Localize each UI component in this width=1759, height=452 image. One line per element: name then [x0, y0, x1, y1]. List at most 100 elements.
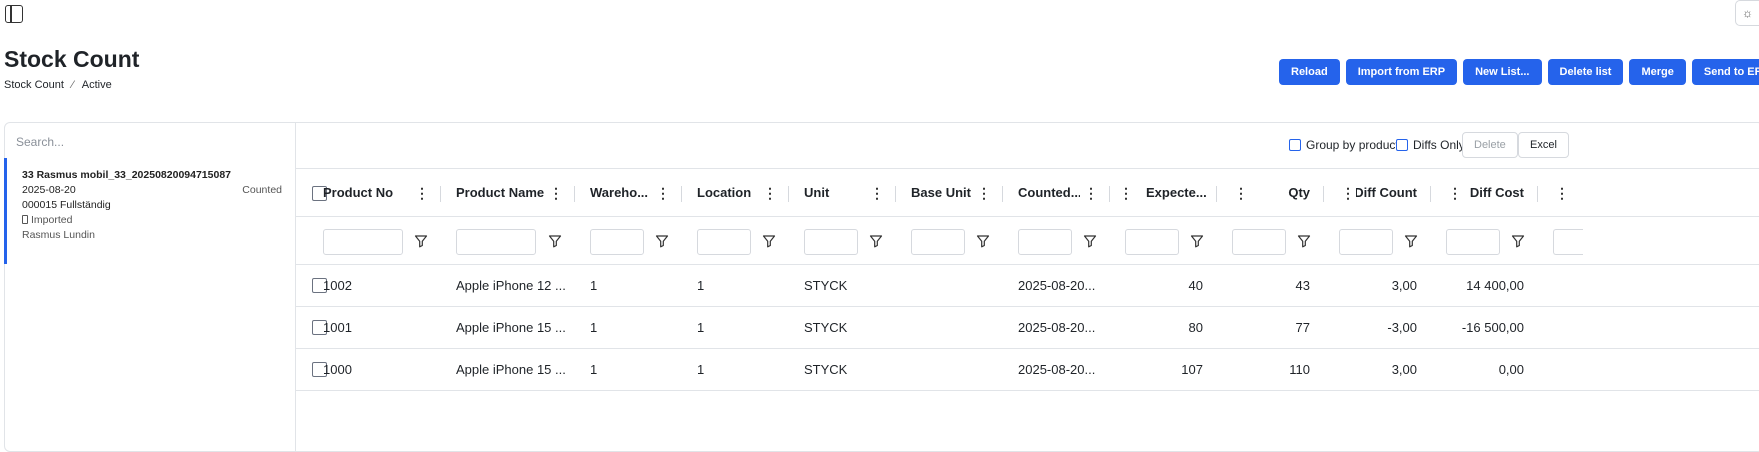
diffs-only-label: Diffs Only	[1413, 138, 1465, 152]
filter-input-diff-count[interactable]	[1339, 229, 1393, 255]
filter-input-next[interactable]	[1553, 229, 1583, 255]
column-menu-icon[interactable]: ⋮	[1234, 186, 1248, 202]
cell-warehouse: 1	[590, 278, 598, 293]
cell-unit: STYCK	[804, 320, 848, 335]
new-list-button[interactable]: New List...	[1463, 59, 1542, 85]
column-resize-handle[interactable]	[681, 186, 682, 202]
filter-icon[interactable]	[1297, 234, 1311, 248]
cell-diff-count: -3,00	[1387, 320, 1417, 335]
cell-expected: 80	[1188, 320, 1203, 335]
page-title: Stock Count	[4, 46, 140, 72]
cell-warehouse: 1	[590, 320, 598, 335]
filter-input-warehouse[interactable]	[590, 229, 644, 255]
filter-icon[interactable]	[869, 234, 883, 248]
import-from-erp-button[interactable]: Import from ERP	[1345, 59, 1458, 85]
column-menu-icon[interactable]: ⋮	[763, 186, 777, 202]
grid-header-row: Product No ⋮ Product Name ⋮ Wareho... ⋮ …	[296, 168, 1759, 217]
filter-input-base-unit[interactable]	[911, 229, 965, 255]
column-resize-handle[interactable]	[1537, 186, 1538, 202]
filter-icon[interactable]	[414, 234, 428, 248]
column-menu-icon[interactable]: ⋮	[549, 186, 563, 202]
table-row[interactable]: 1001 Apple iPhone 15 ... 1 1 STYCK 2025-…	[296, 307, 1759, 349]
filter-input-product-name[interactable]	[456, 229, 536, 255]
column-resize-handle[interactable]	[1216, 186, 1217, 202]
column-header-product-name[interactable]: Product Name	[456, 169, 556, 216]
delete-list-button[interactable]: Delete list	[1547, 59, 1624, 85]
delete-rows-button[interactable]: Delete	[1462, 132, 1518, 158]
column-resize-handle[interactable]	[1109, 186, 1110, 202]
cell-diff-cost: 14 400,00	[1466, 278, 1524, 293]
filter-icon[interactable]	[762, 234, 776, 248]
column-header-diff-cost[interactable]: Diff Cost	[1463, 169, 1524, 216]
column-menu-icon[interactable]: ⋮	[415, 186, 429, 202]
column-header-qty[interactable]: Qty	[1256, 169, 1310, 216]
sidebar-toggle-icon[interactable]	[5, 5, 23, 23]
cell-diff-count: 3,00	[1391, 278, 1417, 293]
reload-button[interactable]: Reload	[1279, 59, 1340, 85]
import-state-label: Imported	[31, 214, 73, 226]
column-resize-handle[interactable]	[895, 186, 896, 202]
column-header-expected[interactable]: Expecte...	[1146, 169, 1208, 216]
list-item[interactable]: 33 Rasmus mobil_33_20250820094715087 202…	[4, 158, 295, 264]
table-row[interactable]: 1002 Apple iPhone 12 ... 1 1 STYCK 2025-…	[296, 265, 1759, 307]
column-menu-icon[interactable]: ⋮	[1448, 186, 1462, 202]
cell-diff-cost: 0,00	[1498, 362, 1524, 377]
theme-toggle-icon[interactable]: ☼	[1735, 0, 1759, 26]
diffs-only-toggle[interactable]: Diffs Only	[1396, 138, 1465, 152]
send-to-erp-button[interactable]: Send to ERP	[1691, 59, 1759, 85]
column-menu-icon[interactable]: ⋮	[1341, 186, 1355, 202]
filter-icon[interactable]	[1083, 234, 1097, 248]
filter-input-expected[interactable]	[1125, 229, 1179, 255]
filter-input-diff-cost[interactable]	[1446, 229, 1500, 255]
breadcrumb-separator-icon: ⁄	[71, 79, 74, 91]
merge-button[interactable]: Merge	[1629, 59, 1686, 85]
search-input[interactable]	[16, 130, 286, 154]
cell-counted: 2025-08-20...	[1018, 278, 1096, 293]
column-resize-handle[interactable]	[574, 186, 575, 202]
cell-unit: STYCK	[804, 278, 848, 293]
diffs-only-checkbox[interactable]	[1396, 139, 1408, 151]
filter-input-location[interactable]	[697, 229, 751, 255]
action-bar: Reload Import from ERP New List... Delet…	[1279, 59, 1759, 85]
column-header-diff-count[interactable]: Diff Count	[1356, 169, 1417, 216]
list-item-user: Rasmus Lundin	[22, 229, 95, 241]
list-item-number: 000015 Fullständig	[22, 199, 111, 211]
breadcrumb: Stock Count ⁄ Active	[4, 79, 112, 91]
cell-location: 1	[697, 362, 705, 377]
column-resize-handle[interactable]	[1430, 186, 1431, 202]
breadcrumb-item-stock-count[interactable]: Stock Count	[4, 79, 64, 91]
group-by-product-checkbox[interactable]	[1289, 139, 1301, 151]
column-resize-handle[interactable]	[1002, 186, 1003, 202]
table-row[interactable]: 1000 Apple iPhone 15 ... 1 1 STYCK 2025-…	[296, 349, 1759, 391]
column-resize-handle[interactable]	[1323, 186, 1324, 202]
cell-base-unit	[911, 349, 991, 390]
filter-input-product-no[interactable]	[323, 229, 403, 255]
cell-base-unit	[911, 307, 991, 348]
filter-input-qty[interactable]	[1232, 229, 1286, 255]
column-menu-icon[interactable]: ⋮	[1084, 186, 1098, 202]
column-header-warehouse[interactable]: Wareho...	[590, 169, 650, 216]
filter-icon[interactable]	[655, 234, 669, 248]
filter-icon[interactable]	[976, 234, 990, 248]
list-item-name: 33 Rasmus mobil_33_20250820094715087	[22, 169, 231, 181]
filter-input-unit[interactable]	[804, 229, 858, 255]
column-menu-icon[interactable]: ⋮	[1555, 186, 1569, 202]
cell-product-no: 1000	[323, 362, 352, 377]
filter-icon[interactable]	[1190, 234, 1204, 248]
filter-icon[interactable]	[1404, 234, 1418, 248]
column-menu-icon[interactable]: ⋮	[870, 186, 884, 202]
cell-qty: 110	[1289, 362, 1310, 377]
group-by-product-toggle[interactable]: Group by product	[1289, 138, 1399, 152]
column-header-counted[interactable]: Counted...	[1018, 169, 1080, 216]
excel-export-button[interactable]: Excel	[1518, 132, 1569, 158]
column-menu-icon[interactable]: ⋮	[656, 186, 670, 202]
column-menu-icon[interactable]: ⋮	[1119, 186, 1133, 202]
column-resize-handle[interactable]	[440, 186, 441, 202]
column-menu-icon[interactable]: ⋮	[977, 186, 991, 202]
filter-input-counted[interactable]	[1018, 229, 1072, 255]
column-header-product-no[interactable]: Product No	[323, 169, 423, 216]
filter-icon[interactable]	[548, 234, 562, 248]
column-resize-handle[interactable]	[788, 186, 789, 202]
cell-diff-cost: -16 500,00	[1461, 320, 1524, 335]
filter-icon[interactable]	[1511, 234, 1525, 248]
